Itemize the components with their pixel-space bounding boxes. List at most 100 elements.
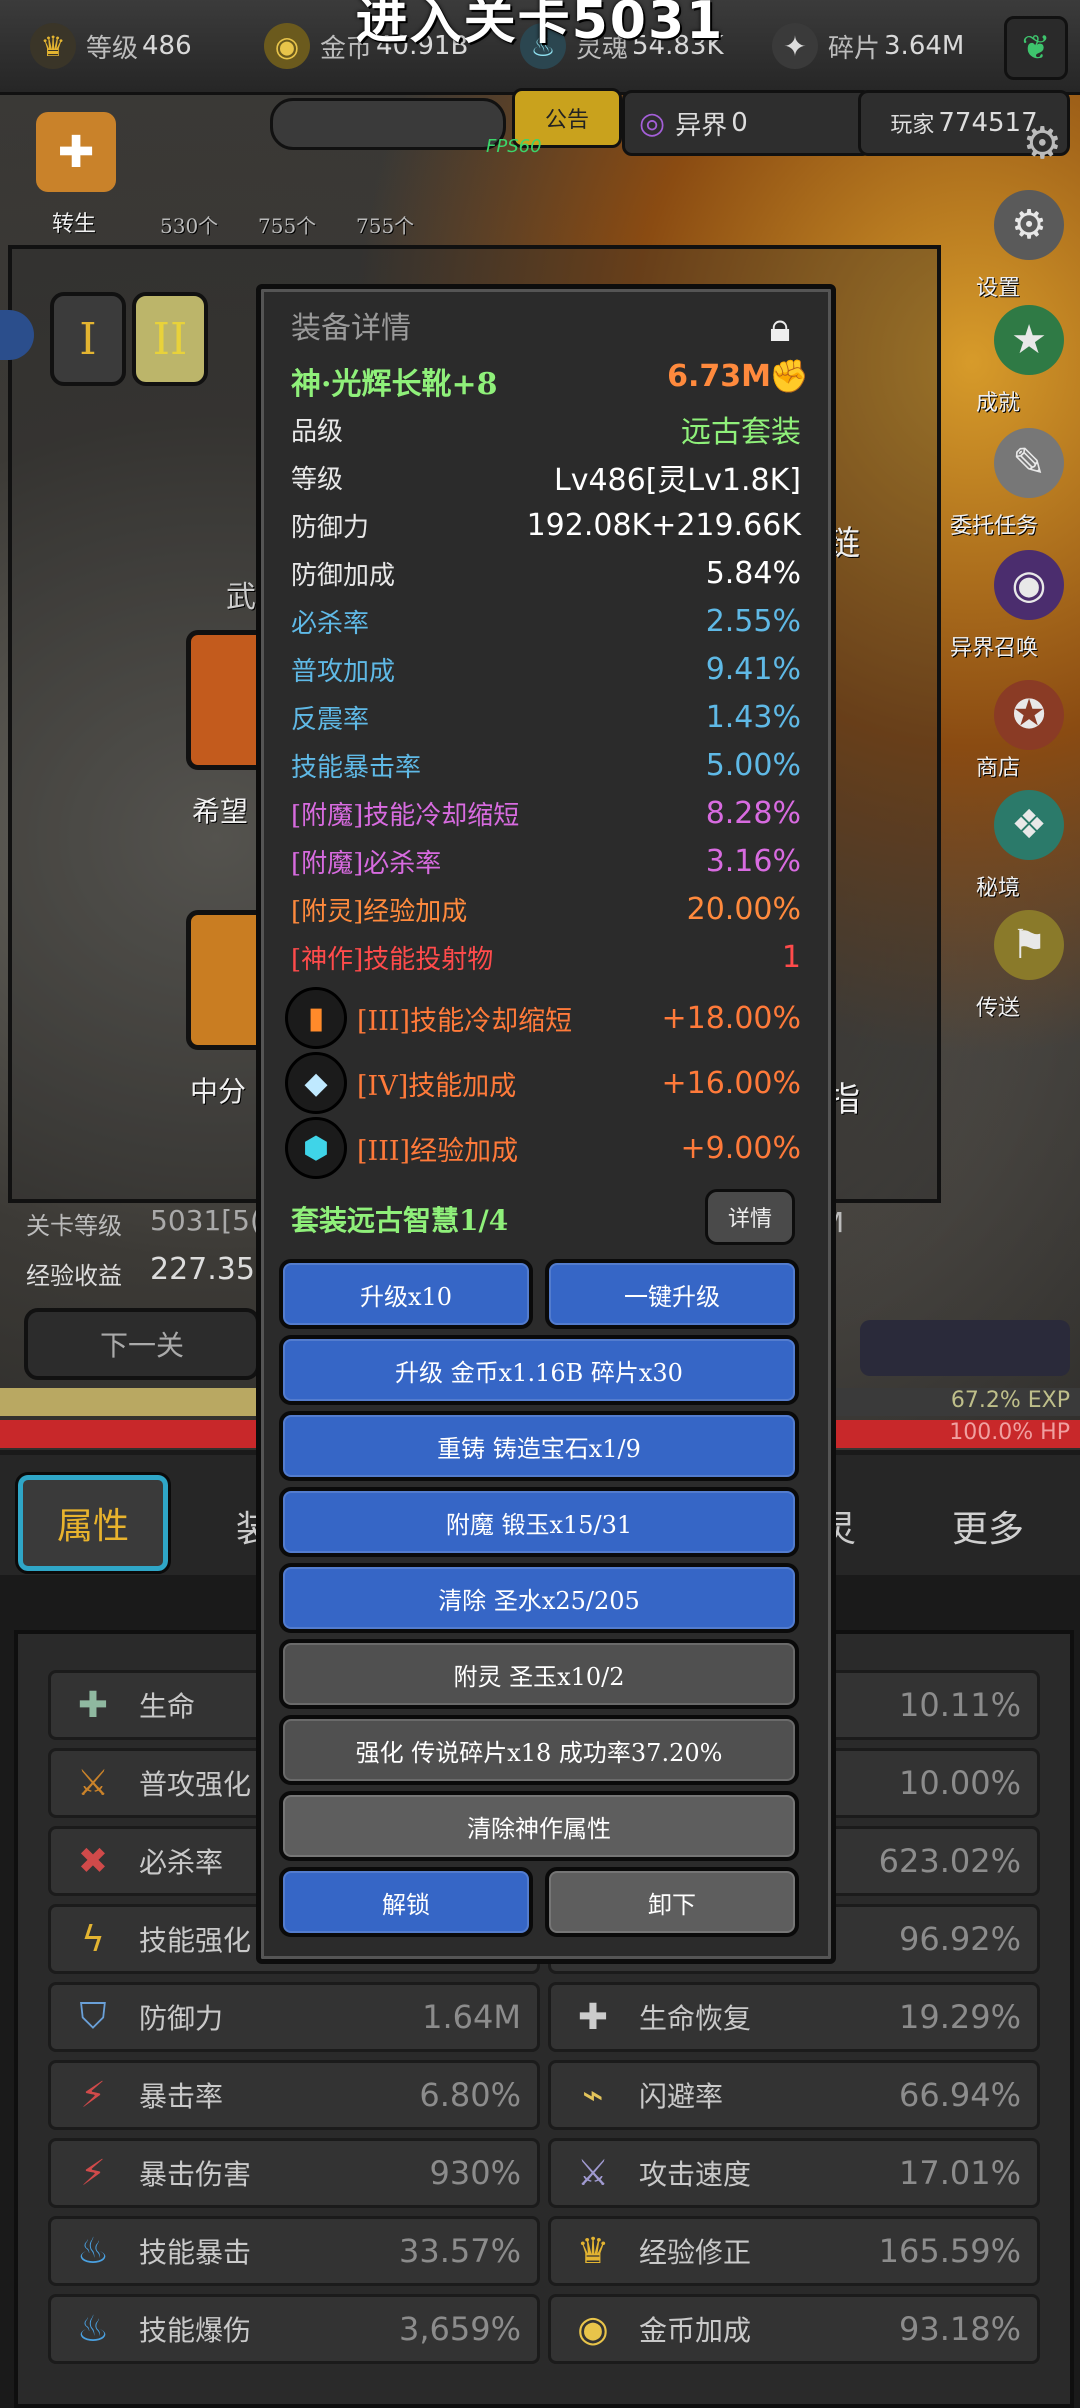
attr-exp-correction-value: 165.59% [878,2232,1021,2270]
attr-dodge-label: 闪避率 [639,2080,724,2113]
gem-row-1: ▮ [III]技能冷却缩短 +18.00% [285,987,801,1049]
stat-value: 20.00% [686,891,801,927]
otherworld-counter[interactable]: ◎ 异界 0 [622,90,872,156]
plus-icon: ✚ [77,1684,109,1726]
attr-exp-correction-label: 经验修正 [639,2236,752,2269]
gem-3-label: [III]经验加成 [357,1135,519,1167]
rebirth-icon[interactable]: ✚ [36,112,116,192]
one-click-upgrade-button[interactable]: 一键升级 [545,1259,799,1329]
level-title: 进入关卡5031 [355,0,725,51]
attr-defense-value: 1.64M [422,1998,521,2036]
stat-label: 技能暴击率 [291,752,422,783]
attr-crit-damage-label: 暴击伤害 [139,2158,252,2191]
crown-icon: ♛ [576,2230,610,2272]
unlock-button[interactable]: 解锁 [279,1867,533,1937]
stat-row: 反震率 1.43% [291,695,801,739]
portal-icon: ◎ [639,105,666,141]
otherworld-label: 异界 [675,110,728,141]
strengthen-button[interactable]: 强化 传说碎片x18 成功率37.20% [279,1715,799,1785]
stat-row: 等级 Lv486[灵Lv1.8K] [291,455,801,499]
secret-realm-icon[interactable]: ❖ [994,790,1064,860]
item-count-2: 755个 [258,214,317,238]
stat-label: 普攻加成 [291,656,396,687]
stage-label: 关卡等级 [26,1212,122,1240]
attr-exp-correction: ♛ 经验修正 165.59% [548,2216,1040,2286]
stat-label: 防御加成 [291,560,396,591]
stat-label: 品级 [291,416,344,447]
achievement-star-icon[interactable]: ★ [994,305,1064,375]
teleport-label: 传送 [976,996,1021,1021]
attr-life-regen: ✚ 生命恢复 19.29% [548,1982,1040,2052]
upgrade-x10-button[interactable]: 升级x10 [279,1259,533,1329]
item-power: 6.73M [667,359,771,394]
item-name: 神·光辉长靴+8 [291,367,498,402]
attr-gold-bonus-label: 金币加成 [639,2314,752,2347]
unequip-button[interactable]: 卸下 [545,1867,799,1937]
item-count-1: 530个 [160,214,219,238]
gear-icon[interactable]: ⚙ [1023,118,1062,169]
lightning-icon: ϟ [81,1918,105,1960]
shop-label: 商店 [976,756,1021,781]
attr-skill-crit-damage-label: 技能爆伤 [139,2314,252,2347]
attr-skill-crit-damage-value: 3,659% [398,2310,521,2348]
blue-flame-icon: ♨ [76,2308,110,2350]
next-stage-button[interactable]: 下一关 [24,1308,260,1380]
stat-value: 2.55% [705,603,801,639]
exp-percent: 67.2% EXP [950,1388,1070,1413]
tab-more[interactable]: 更多 [952,1500,1024,1552]
tab-attributes[interactable]: 属性 [15,1472,171,1574]
settings-label: 设置 [976,276,1021,301]
attr-defense: ⛉ 防御力 1.64M [48,1982,540,2052]
claw-icon: ⚡ [80,2152,106,2194]
attr-skill-crit-damage: ♨ 技能爆伤 3,659% [48,2294,540,2364]
stat-value: 远古套装 [681,415,801,450]
quest-icon[interactable]: ✎ [994,428,1064,498]
stat-value: 192.08K+219.66K [526,507,801,543]
hp-percent: 100.0% HP [949,1420,1070,1445]
enchant-button[interactable]: 附魔 锻玉x15/31 [279,1487,799,1557]
summon-portal-icon[interactable]: ◉ [994,550,1064,620]
stat-label: 等级 [291,464,344,495]
upgrade-cost-button[interactable]: 升级 金币x1.16B 碎片x30 [279,1335,799,1405]
attr-skill-crit: ♨ 技能暴击 33.57% [48,2216,540,2286]
attr-dodge-value: 66.94% [898,2076,1021,2114]
spirit-button[interactable]: 附灵 圣玉x10/2 [279,1639,799,1709]
sword-icon: ⚔ [76,1762,110,1804]
clear-god-attribute-button[interactable]: 清除神作属性 [279,1791,799,1861]
stat-label: [附灵]经验加成 [291,896,468,927]
stat-label: 必杀率 [291,608,370,639]
lock-icon[interactable]: 🔒︎ [749,297,811,359]
stat-value: 9.41% [705,651,801,687]
stat-row: [神作]技能投射物 1 [291,935,801,979]
set-detail-button[interactable]: 详情 [705,1189,795,1245]
buff-icons [860,1320,1070,1376]
tab-i[interactable]: I [50,292,126,386]
set-bonus-label: 套装远古智慧1/4 [291,1204,509,1237]
stage-value: 5031[5( [150,1204,261,1237]
recast-button[interactable]: 重铸 铸造宝石x1/9 [279,1411,799,1481]
shop-icon[interactable]: ✪ [994,680,1064,750]
exp-income-label: 经验收益 [26,1262,122,1290]
stat-label: [附魔]技能冷却缩短 [291,800,520,831]
flexed-arm-icon: ✊ [769,357,809,395]
gem-1-value: +18.00% [661,1000,801,1036]
clear-button[interactable]: 清除 圣水x25/205 [279,1563,799,1633]
stat-row: 防御力 192.08K+219.66K [291,503,801,547]
mid-label: 中分 [190,1075,247,1108]
gold-coin-icon: ◉ [577,2308,609,2350]
rebirth-label: 转生 [52,212,97,237]
attr-skill-speed-value: 96.92% [898,1920,1021,1958]
settings-icon[interactable]: ⚙ [994,190,1064,260]
player-label: 玩家 [890,113,935,138]
attr-crit-rate: ⚡ 暴击率 6.80% [48,2060,540,2130]
tab-ii[interactable]: II [132,292,208,386]
stat-value: 1.43% [705,699,801,735]
stat-value: 1 [781,939,801,975]
attr-gold-bonus-value: 93.18% [898,2310,1021,2348]
teleport-icon[interactable]: ⚑ [994,910,1064,980]
cyan-gem-icon: ⬢ [285,1117,347,1179]
hope-label: 希望 [192,795,249,828]
achievement-label: 成就 [976,391,1021,416]
gem-row-3: ⬢ [III]经验加成 +9.00% [285,1117,801,1179]
stat-value: 5.84% [705,555,801,591]
